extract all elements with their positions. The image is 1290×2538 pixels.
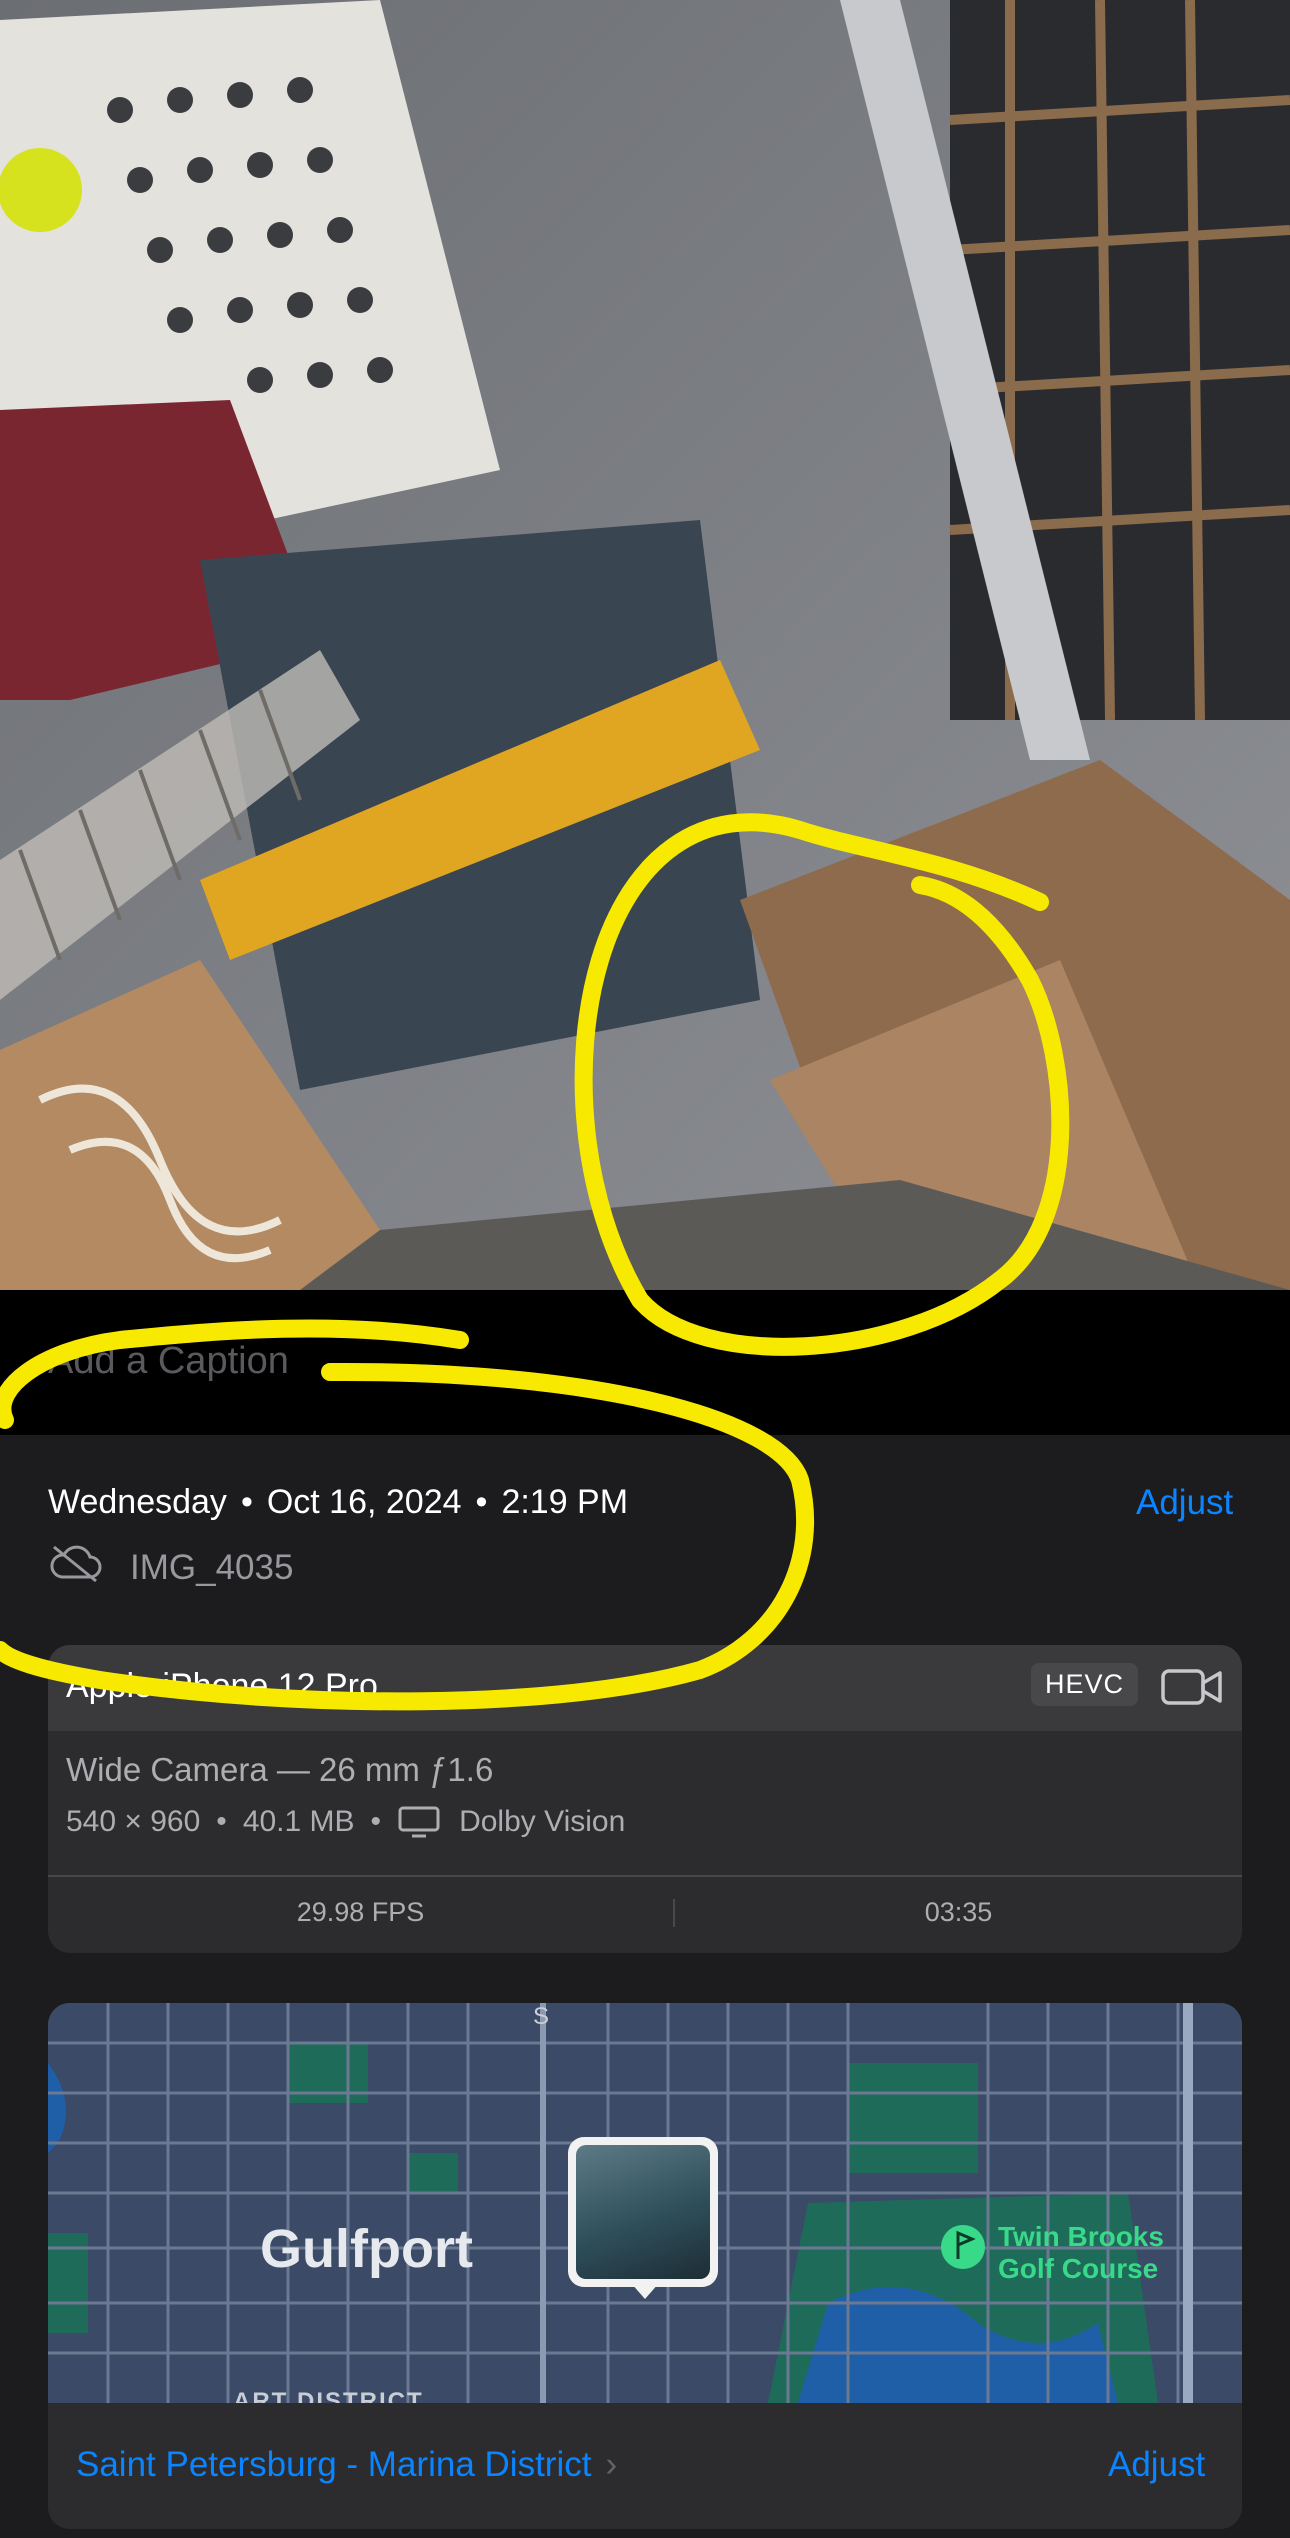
- capture-date-value: Oct 16, 2024: [266, 1483, 462, 1521]
- location-bar: Saint Petersburg - Marina District › Adju…: [48, 2403, 1242, 2529]
- separator: •: [216, 1805, 227, 1838]
- thumbnail-image: [576, 2145, 710, 2279]
- photo-viewer[interactable]: [0, 0, 1290, 1290]
- pin-tail: [631, 2283, 659, 2299]
- poi-line-1: Twin Brooks: [998, 2221, 1164, 2252]
- file-name: IMG_4035: [130, 1547, 294, 1587]
- location-card: S Gulfport Twin Brooks Golf Course ART D…: [48, 2003, 1242, 2529]
- location-name: Saint Petersburg - Marina District: [76, 2445, 592, 2484]
- video-specs: 540 × 960 • 40.1 MB • Dolby Vision: [66, 1805, 625, 1839]
- video-camera-icon: [1160, 1665, 1224, 1714]
- resolution: 540 × 960: [66, 1805, 201, 1838]
- chevron-right-icon: ›: [605, 2445, 618, 2484]
- video-frame-image: [0, 0, 1290, 1290]
- display-icon: [397, 1805, 441, 1839]
- map-city-label: Gulfport: [260, 2219, 473, 2279]
- device-name: Apple iPhone 12 Pro: [66, 1667, 378, 1705]
- cloud-slash-icon: [48, 1543, 104, 1592]
- separator: •: [370, 1805, 382, 1838]
- location-link[interactable]: Saint Petersburg - Marina District ›: [76, 2445, 617, 2485]
- map-street-label: S: [533, 2003, 550, 2030]
- separator: •: [475, 1483, 488, 1521]
- metadata-card-header: Apple iPhone 12 Pro HEVC: [48, 1645, 1242, 1731]
- capture-time: 2:19 PM: [501, 1483, 629, 1521]
- file-row: IMG_4035: [48, 1543, 293, 1592]
- duration: 03:35: [924, 1897, 993, 1927]
- location-map[interactable]: S Gulfport Twin Brooks Golf Course ART D…: [48, 2003, 1242, 2415]
- file-size: 40.1 MB: [242, 1805, 355, 1838]
- format-badge: HEVC: [1030, 1663, 1138, 1706]
- divider: [48, 1875, 1242, 1877]
- caption-input[interactable]: Add a Caption: [48, 1340, 289, 1383]
- capture-day: Wednesday: [48, 1483, 227, 1521]
- adjust-location-button[interactable]: Adjust: [1108, 2445, 1205, 2485]
- poi-line-2: Golf Course: [998, 2253, 1159, 2284]
- capture-date: Wednesday • Oct 16, 2024 • 2:19 PM: [48, 1483, 628, 1522]
- metadata-card: Apple iPhone 12 Pro HEVC Wide Camera — 2…: [48, 1645, 1242, 1953]
- hdr-format: Dolby Vision: [459, 1805, 626, 1838]
- adjust-date-button[interactable]: Adjust: [1136, 1483, 1233, 1523]
- separator: •: [240, 1483, 253, 1521]
- lens-info: Wide Camera — 26 mm ƒ1.6: [66, 1751, 494, 1788]
- map-poi-label: Twin Brooks Golf Course: [998, 2221, 1164, 2285]
- photo-location-pin[interactable]: [568, 2137, 718, 2299]
- frame-rate: 29.98 FPS: [296, 1897, 425, 1927]
